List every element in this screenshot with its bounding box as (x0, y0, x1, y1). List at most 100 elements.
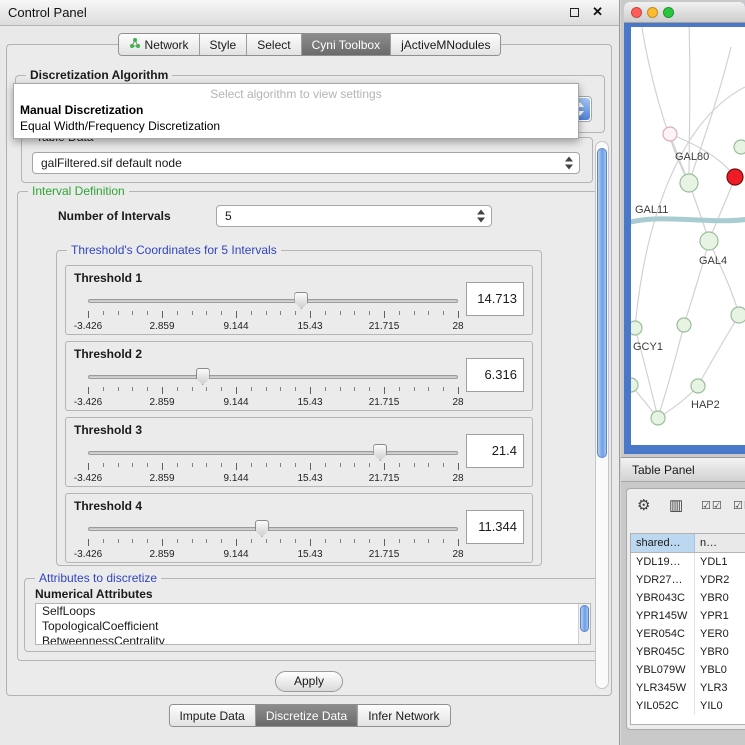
number-of-intervals-combobox[interactable]: 5 (216, 205, 492, 227)
network-node-green[interactable] (677, 318, 691, 332)
combobox-stepper-icon[interactable] (477, 210, 485, 223)
table-row[interactable]: YDL19…YDL1 (631, 553, 745, 571)
slider-track[interactable] (88, 451, 458, 455)
table-cell[interactable]: YBL0 (695, 661, 745, 679)
scrollbar-thumb[interactable] (597, 148, 607, 458)
network-canvas[interactable]: GAL80GAL11GAL4GCY1HAP2 (631, 27, 745, 445)
table-cell[interactable]: YBR043C (631, 589, 695, 607)
slider-thumb[interactable] (196, 368, 210, 385)
close-button[interactable] (631, 7, 642, 18)
threshold-value-input[interactable]: 14.713 (466, 282, 524, 316)
table-cell[interactable]: YBR045C (631, 643, 695, 661)
attributes-list[interactable]: SelfLoopsTopologicalCoefficientBetweenne… (35, 603, 591, 645)
close-icon[interactable]: ✕ (592, 4, 603, 20)
network-node-pink[interactable] (663, 127, 677, 141)
network-node-green[interactable] (651, 411, 665, 425)
list-item[interactable]: TopologicalCoefficient (36, 619, 590, 634)
list-scrollbar[interactable] (578, 604, 590, 644)
table-cell[interactable]: YIL052C (631, 697, 695, 715)
threshold-slider[interactable]: -3.4262.8599.14415.4321.71528 (88, 520, 458, 562)
table-cell[interactable]: YDR27… (631, 571, 695, 589)
network-edge[interactable] (684, 241, 709, 325)
table-cell[interactable]: YER054C (631, 625, 695, 643)
table-row[interactable]: YBR043CYBR0 (631, 589, 745, 607)
network-node-green[interactable] (731, 307, 745, 323)
scrollbar-thumb[interactable] (580, 605, 589, 632)
network-node-red[interactable] (727, 169, 743, 185)
table-cell[interactable]: YER0 (695, 625, 745, 643)
column-header[interactable]: shared… (631, 534, 695, 552)
threshold-value-input[interactable]: 21.4 (466, 434, 524, 468)
table-cell[interactable]: YPR1 (695, 607, 745, 625)
network-graph[interactable]: GAL80GAL11GAL4GCY1HAP2 (631, 27, 745, 445)
gear-icon[interactable]: ⚙ (637, 496, 650, 514)
tab-discretize-data[interactable]: Discretize Data (256, 705, 358, 726)
table-row[interactable]: YDR27…YDR2 (631, 571, 745, 589)
threshold-slider[interactable]: -3.4262.8599.14415.4321.71528 (88, 444, 458, 486)
slider-thumb[interactable] (373, 444, 387, 461)
dropdown-option-manual-discretization[interactable]: Manual Discretization (14, 102, 578, 118)
minimize-button[interactable] (647, 7, 658, 18)
threshold-slider[interactable]: -3.4262.8599.14415.4321.71528 (88, 292, 458, 334)
tab-infer-network[interactable]: Infer Network (358, 705, 449, 726)
table-cell[interactable]: YDR2 (695, 571, 745, 589)
tab-cyni-toolbox[interactable]: Cyni Toolbox (302, 34, 391, 55)
tab-jactivemnodules[interactable]: jActiveMNodules (391, 34, 500, 55)
scale-label: -3.426 (74, 473, 102, 484)
table-row[interactable]: YBR045CYBR0 (631, 643, 745, 661)
table-cell[interactable]: YBR0 (695, 643, 745, 661)
network-node-green[interactable] (631, 321, 642, 335)
table-cell[interactable]: YLR345W (631, 679, 695, 697)
slider-track[interactable] (88, 299, 458, 303)
network-edge[interactable] (658, 325, 684, 418)
network-node-green[interactable] (700, 232, 718, 250)
zoom-button[interactable] (663, 7, 674, 18)
network-edge[interactable] (698, 315, 739, 386)
dropdown-option-equal-width-frequency-discretization[interactable]: Equal Width/Frequency Discretization (14, 118, 578, 134)
network-node-green[interactable] (680, 174, 698, 192)
network-edge[interactable] (709, 241, 739, 315)
table-row[interactable]: YPR145WYPR1 (631, 607, 745, 625)
columns-icon[interactable]: ▥ (669, 496, 683, 514)
slider-track[interactable] (88, 375, 458, 379)
table-row[interactable]: YBL079WYBL0 (631, 661, 745, 679)
slider-thumb[interactable] (294, 292, 308, 309)
tab-style[interactable]: Style (200, 34, 248, 55)
table-cell[interactable]: YLR3 (695, 679, 745, 697)
table-cell[interactable]: YBR0 (695, 589, 745, 607)
scale-label: 15.43 (297, 321, 322, 332)
slider-track[interactable] (88, 527, 458, 531)
table-cell[interactable]: YDL1 (695, 553, 745, 571)
column-header[interactable]: n… (695, 534, 745, 552)
table-row[interactable]: YER054CYER0 (631, 625, 745, 643)
table-data-combobox[interactable]: galFiltered.sif default node (32, 152, 580, 174)
threshold-slider[interactable]: -3.4262.8599.14415.4321.71528 (88, 368, 458, 410)
tab-network[interactable]: Network (119, 34, 200, 55)
network-edge-thick[interactable] (631, 219, 745, 223)
network-node-green[interactable] (691, 379, 705, 393)
slider-thumb[interactable] (255, 520, 269, 537)
network-edge[interactable] (709, 177, 735, 241)
table-cell[interactable]: YDL19… (631, 553, 695, 571)
table-row[interactable]: YIL052CYIL0 (631, 697, 745, 715)
table-cell[interactable]: YBL079W (631, 661, 695, 679)
combobox-stepper-icon[interactable] (565, 157, 573, 170)
table-cell[interactable]: YIL0 (695, 697, 745, 715)
select-columns-icon[interactable]: ☑☑ (733, 499, 745, 512)
scale-label: 9.144 (223, 397, 248, 408)
tab-select[interactable]: Select (247, 34, 301, 55)
threshold-value-input[interactable]: 11.344 (466, 510, 524, 544)
scale-label: 9.144 (223, 321, 248, 332)
apply-button[interactable]: Apply (275, 671, 343, 692)
network-node-green[interactable] (734, 140, 745, 154)
list-item[interactable]: BetweennessCentrality (36, 634, 590, 645)
float-window-icon[interactable] (570, 8, 579, 17)
table-row[interactable]: YLR345WYLR3 (631, 679, 745, 697)
show-columns-icon[interactable]: ☑☑ (701, 499, 723, 512)
vertical-scrollbar[interactable] (595, 141, 609, 689)
threshold-value-input[interactable]: 6.316 (466, 358, 524, 392)
table-cell[interactable]: YPR145W (631, 607, 695, 625)
list-item[interactable]: SelfLoops (36, 604, 590, 619)
tab-impute-data[interactable]: Impute Data (169, 705, 255, 726)
network-node-green[interactable] (631, 378, 638, 392)
